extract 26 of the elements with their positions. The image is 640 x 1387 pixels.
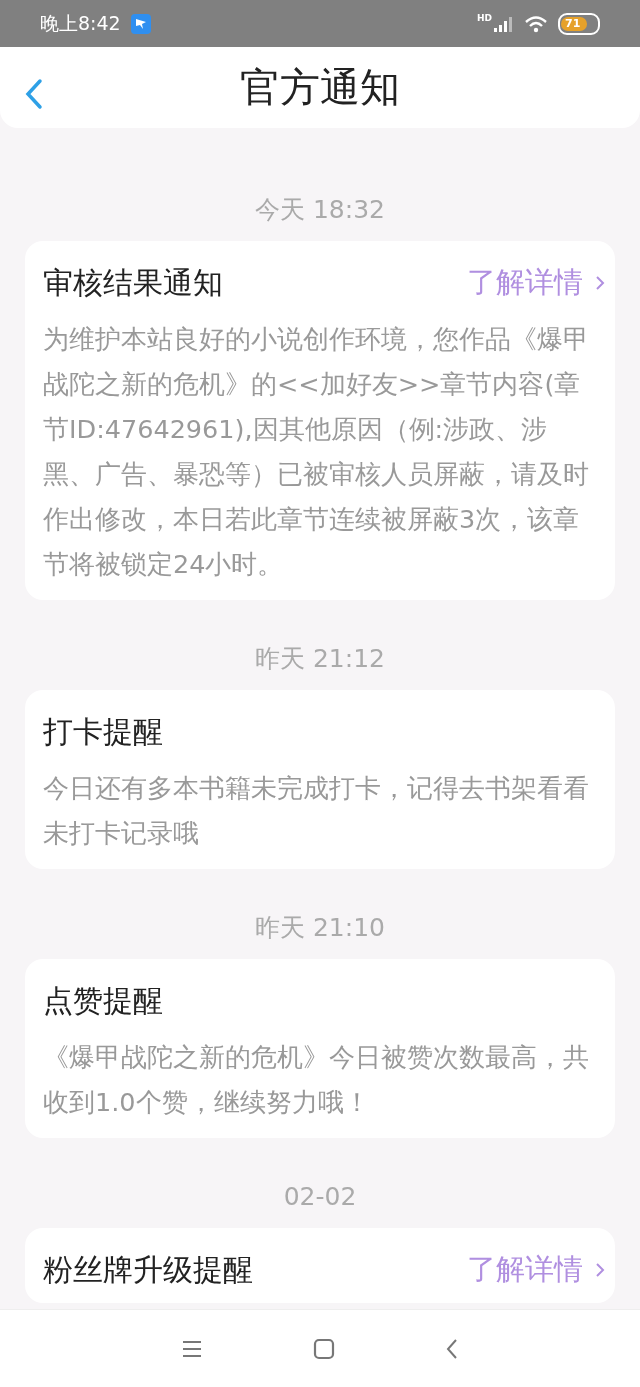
back-icon[interactable] — [24, 78, 44, 110]
timestamp: 02-02 — [282, 1181, 358, 1213]
notification-title: 审核结果通知 — [43, 264, 223, 302]
network-label: HD — [477, 12, 492, 23]
back-icon[interactable] — [445, 1337, 459, 1360]
notification-text: 《爆甲战陀之新的危机》今日被赞次数最高，共收到1.0个赞，继续努力哦！ — [43, 1041, 590, 1119]
chevron-icon — [595, 274, 605, 292]
timestamp: 昨天 21:12 — [254, 643, 386, 675]
notification-title: 粉丝牌升级提醒 — [43, 1251, 253, 1289]
timestamp: 今天 18:32 — [254, 194, 386, 226]
details-link[interactable]: 了解详情 — [467, 1250, 605, 1290]
details-link[interactable]: 了解详情 — [467, 263, 605, 303]
app-notification-icon — [130, 13, 151, 34]
signal-icon — [494, 15, 514, 32]
menu-icon[interactable] — [181, 1339, 203, 1358]
battery-level: 71 — [561, 16, 587, 31]
notification-text: 为维护本站良好的小说创作环境，您作品《爆甲战陀之新的危机》的<<加好友>>章节内容(章节ID:47642961),因其他原因（例:涉政、涉黑、广告、暴恐等）已被审核人员屏蔽，请及时作出修改，本日若此章节连续被屏蔽3次，该章节将被锁定24小时。 — [43, 323, 590, 581]
wifi-icon — [524, 14, 548, 33]
timestamp: 昨天 21:10 — [254, 912, 386, 944]
notification-title: 点赞提醒 — [43, 982, 163, 1020]
page-title: 官方通知 — [240, 63, 400, 112]
notification-text: 今日还有多本书籍未完成打卡，记得去书架看看未打卡记录哦 — [43, 772, 590, 850]
home-icon[interactable] — [313, 1337, 335, 1360]
status-time: 晚上8:42 — [40, 10, 121, 36]
notification-title: 打卡提醒 — [43, 713, 163, 751]
chevron-icon — [595, 1261, 605, 1279]
